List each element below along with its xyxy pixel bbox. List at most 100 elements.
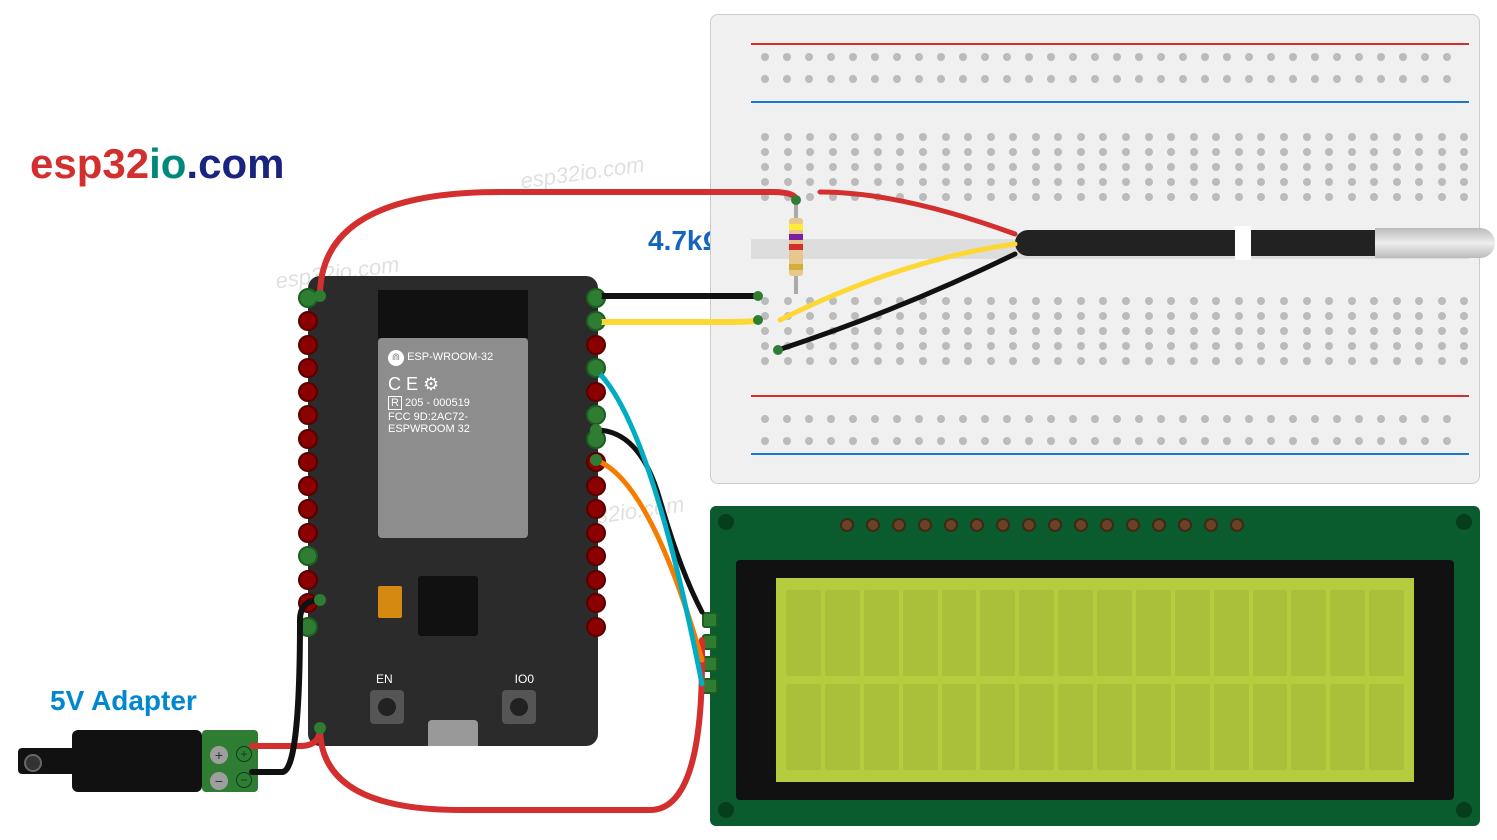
lcd-char-cell: [1253, 684, 1288, 770]
lcd-char-cell: [1369, 590, 1404, 676]
power-rail-top-neg: [751, 101, 1469, 103]
lcd-row-1: [786, 590, 1404, 676]
terminal-screw-neg[interactable]: [210, 772, 228, 790]
lcd-i2c-pins: [702, 606, 718, 700]
logo-part3: .com: [186, 140, 284, 187]
lcd-char-cell: [1019, 590, 1054, 676]
wifi-icon: ⋒: [388, 350, 404, 366]
lcd-char-cell: [864, 684, 899, 770]
lcd-char-cell: [1136, 590, 1171, 676]
esp32-pin: [586, 546, 606, 566]
lcd-header-pin: [1204, 518, 1218, 532]
esp32-fcc: FCC 9D:2AC72-ESPWROOM 32: [388, 411, 518, 435]
rail-holes: [761, 75, 1469, 83]
esp32-pin: [586, 429, 606, 449]
lcd-header-pin: [1074, 518, 1088, 532]
sensor-probe-tip: [1375, 228, 1495, 258]
lcd-screen: [776, 578, 1414, 782]
en-button[interactable]: [370, 690, 404, 724]
lcd-char-cell: [1330, 684, 1365, 770]
io0-button[interactable]: [502, 690, 536, 724]
site-logo: esp32io.com: [30, 140, 284, 188]
rail-holes: [761, 437, 1469, 445]
lcd-char-cell: [903, 590, 938, 676]
rail-holes: [761, 53, 1469, 61]
lcd-pin-vcc: [702, 634, 718, 650]
lcd-char-cell: [1058, 684, 1093, 770]
lcd-pin-sda: [702, 656, 718, 672]
io0-button-label: IO0: [515, 672, 534, 686]
esp32-cert: 205 - 000519: [405, 397, 470, 409]
esp32-pin: [298, 570, 318, 590]
esp32-pin: [586, 617, 606, 637]
lcd-char-cell: [1369, 684, 1404, 770]
esp32-pins-left: [298, 284, 320, 738]
lcd-char-cell: [942, 590, 977, 676]
lcd-header-pin: [970, 518, 984, 532]
sensor-cable: [1015, 230, 1115, 256]
esp32-pin: [298, 476, 318, 496]
esp32-r-marker: R: [388, 396, 402, 410]
esp32-pin: [586, 382, 606, 402]
lcd-char-cell: [786, 684, 821, 770]
adapter-body: [72, 730, 202, 792]
lcd-header-pin: [1048, 518, 1062, 532]
power-rail-bot-neg: [751, 453, 1469, 455]
lcd-char-cell: [1330, 590, 1365, 676]
lcd-char-cell: [1175, 590, 1210, 676]
lcd-header-pin: [892, 518, 906, 532]
lcd-char-cell: [825, 590, 860, 676]
lcd-char-cell: [1291, 684, 1326, 770]
minus-icon: −: [236, 772, 252, 788]
esp32-pin: [298, 382, 318, 402]
dc-adapter-5v: + −: [18, 720, 258, 800]
lcd-char-cell: [1253, 590, 1288, 676]
lcd-header-pin: [1022, 518, 1036, 532]
esp32-pin: [586, 593, 606, 613]
lcd-char-cell: [942, 684, 977, 770]
esp32-pin: [586, 499, 606, 519]
micro-usb-port[interactable]: [428, 720, 478, 746]
lcd-char-cell: [980, 590, 1015, 676]
lcd-header-pin: [1230, 518, 1244, 532]
lcd-header-pins: [840, 518, 1244, 532]
esp32-pin: [586, 288, 606, 308]
en-button-label: EN: [376, 672, 393, 686]
sensor-cable-long: [1115, 230, 1375, 256]
ds18b20-sensor: [1015, 228, 1495, 258]
lcd-16x2: [710, 506, 1480, 826]
esp32-board: ⋒ ESP-WROOM-32 C E ⚙ R 205 - 000519 FCC …: [308, 276, 598, 746]
dc-barrel-jack[interactable]: [18, 748, 72, 774]
lcd-header-pin: [944, 518, 958, 532]
lcd-char-cell: [1214, 684, 1249, 770]
esp32-pin: [586, 523, 606, 543]
lcd-char-cell: [825, 684, 860, 770]
esp32-pin: [298, 452, 318, 472]
esp32-module-name: ESP-WROOM-32: [407, 351, 493, 363]
esp32-pin: [298, 499, 318, 519]
esp32-pin: [586, 452, 606, 472]
lcd-header-pin: [866, 518, 880, 532]
esp32-shield: ⋒ ESP-WROOM-32 C E ⚙ R 205 - 000519 FCC …: [378, 338, 528, 538]
lcd-char-cell: [1214, 590, 1249, 676]
esp32-pin: [586, 570, 606, 590]
lcd-pin-gnd: [702, 612, 718, 628]
lcd-char-cell: [1019, 684, 1054, 770]
esp32-pin: [298, 593, 318, 613]
lcd-header-pin: [1152, 518, 1166, 532]
terminal-screw-pos[interactable]: [210, 746, 228, 764]
esp32-usb-chip: [418, 576, 478, 636]
logo-part1: esp32: [30, 140, 149, 187]
lcd-char-cell: [786, 590, 821, 676]
esp32-pin: [298, 617, 318, 637]
lcd-char-cell: [864, 590, 899, 676]
breadboard-grid-bot: [761, 297, 1469, 365]
watermark: esp32io.com: [519, 151, 646, 194]
lcd-char-cell: [1097, 684, 1132, 770]
lcd-char-cell: [1175, 684, 1210, 770]
lcd-header-pin: [918, 518, 932, 532]
esp32-pin: [586, 311, 606, 331]
lcd-char-cell: [1097, 590, 1132, 676]
esp32-pin: [298, 358, 318, 378]
esp32-pin: [298, 288, 318, 308]
